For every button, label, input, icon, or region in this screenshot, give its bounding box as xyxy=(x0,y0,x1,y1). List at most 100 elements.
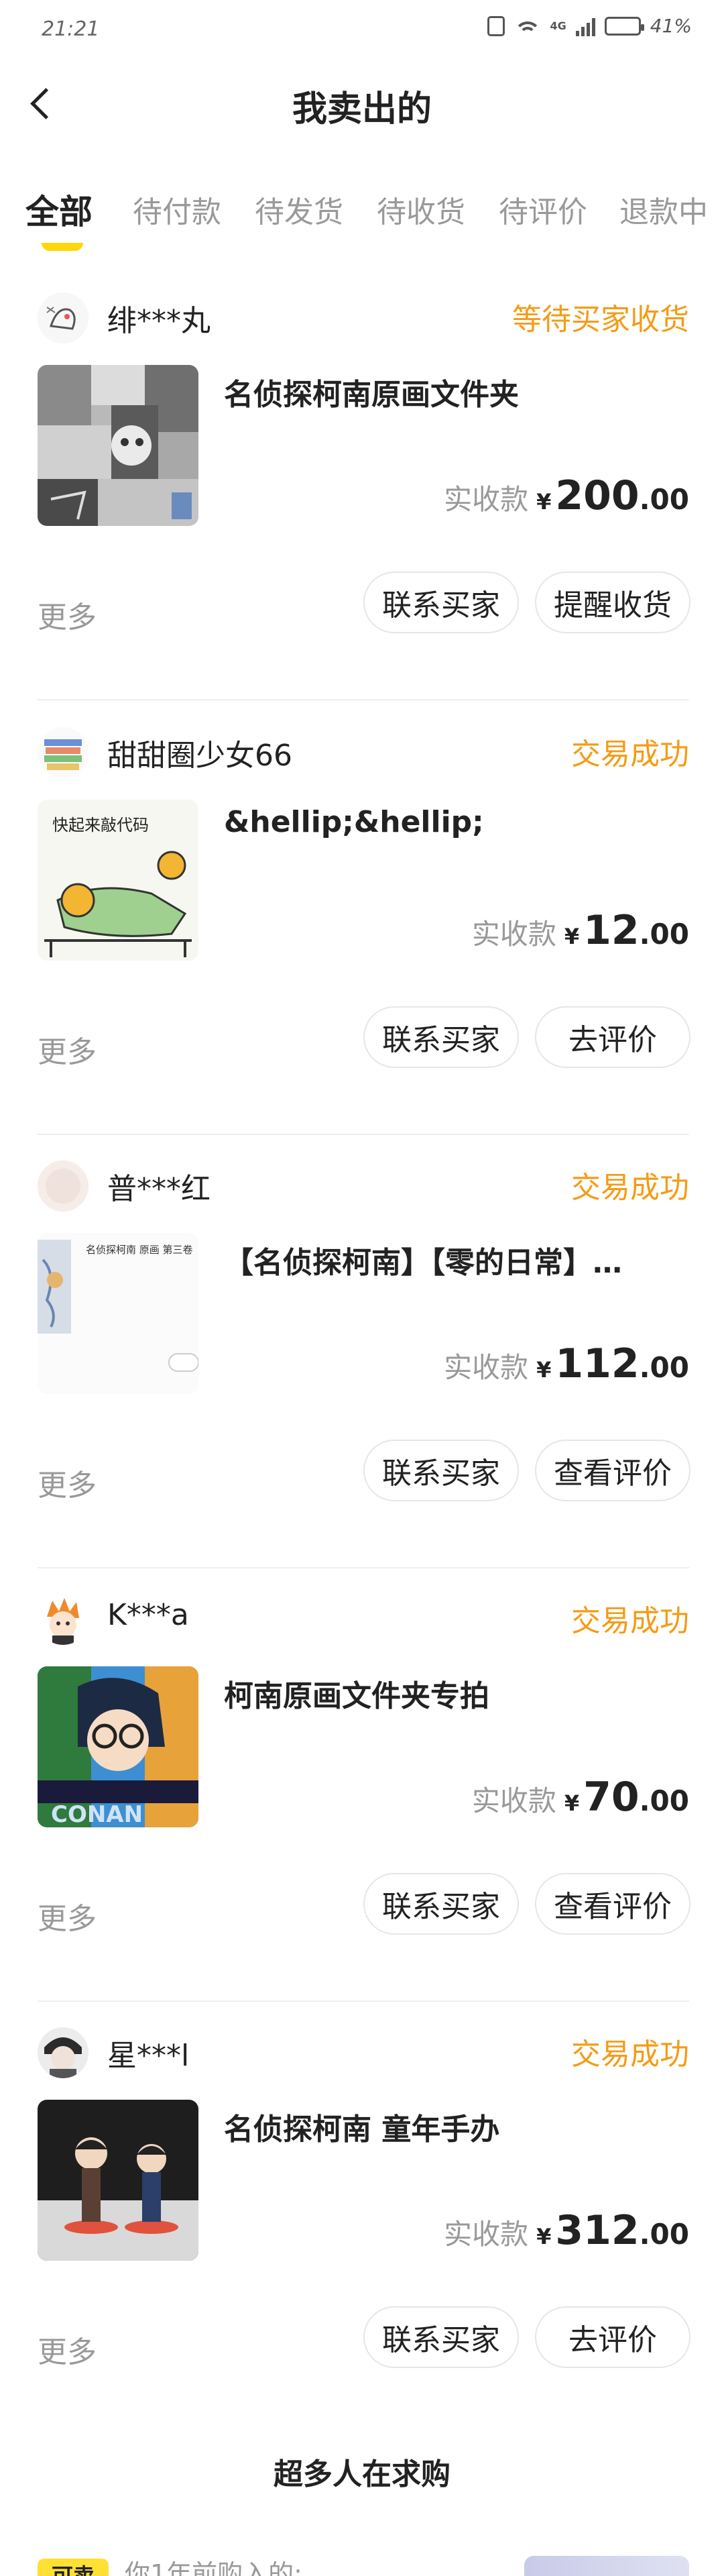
contact-buyer-button[interactable]: 联系买家 xyxy=(363,1006,519,1068)
product-title[interactable]: 【名侦探柯南】【零的日常】… xyxy=(224,1238,686,1281)
card-divider xyxy=(38,2000,689,2002)
card-divider xyxy=(38,1567,689,1568)
contact-buyer-button[interactable]: 联系买家 xyxy=(363,2306,519,2368)
more-button[interactable]: 更多 xyxy=(38,1461,97,1504)
order-status: 交易成功 xyxy=(571,737,689,771)
received-amount: 实收款 ¥ 112 .00 xyxy=(444,1340,689,1387)
price-integer: 200 xyxy=(555,472,640,519)
currency-symbol: ¥ xyxy=(536,2224,552,2249)
received-amount: 实收款 ¥ 200 .00 xyxy=(444,472,689,519)
buyer-name: 普***红 xyxy=(107,1172,210,1206)
tab-all[interactable]: 全部 xyxy=(25,188,93,233)
contact-buyer-button[interactable]: 联系买家 xyxy=(363,572,519,633)
more-button[interactable]: 更多 xyxy=(38,593,97,636)
order-status: 交易成功 xyxy=(571,1604,689,1638)
price-label: 实收款 xyxy=(444,1351,529,1384)
tab-refunding[interactable]: 退款中 xyxy=(619,188,708,231)
more-button[interactable]: 更多 xyxy=(38,2328,97,2371)
more-button[interactable]: 更多 xyxy=(38,1028,97,1071)
price-label: 实收款 xyxy=(471,1784,556,1817)
battery-icon xyxy=(604,16,644,36)
product-image[interactable]: CONAN xyxy=(38,1666,198,1827)
order-card[interactable]: 绯***丸 等待买家收货 名侦探柯南原画文件夹 实收款 ¥ 200 .00 更多… xyxy=(0,276,724,711)
currency-symbol: ¥ xyxy=(564,1790,580,1816)
write-review-button[interactable]: 去评价 xyxy=(535,1006,690,1068)
thumb-caption: 快起来敲代码 xyxy=(52,816,149,835)
card-divider xyxy=(38,1134,689,1135)
order-card[interactable]: 甜甜圈少女66 交易成功 快起来敲代码 &hellip;&hellip; 实收款… xyxy=(0,711,724,1146)
buyer-name: 甜甜圈少女66 xyxy=(107,739,292,773)
product-title[interactable]: 柯南原画文件夹专拍 xyxy=(224,1672,686,1715)
write-review-button[interactable]: 去评价 xyxy=(535,2306,690,2368)
tab-pending-receipt[interactable]: 待收货 xyxy=(377,188,465,231)
price-label: 实收款 xyxy=(444,483,529,516)
remind-receipt-button[interactable]: 提醒收货 xyxy=(535,572,690,633)
vibrate-icon xyxy=(487,15,505,36)
order-status: 等待买家收货 xyxy=(512,303,689,337)
price-decimal: .00 xyxy=(639,1351,689,1384)
buyer-avatar xyxy=(38,292,88,343)
price-integer: 70 xyxy=(583,1774,640,1821)
network-type-label: 4G xyxy=(550,19,566,32)
product-image[interactable] xyxy=(38,2100,198,2261)
price-decimal: .00 xyxy=(639,483,689,516)
recommend-image[interactable] xyxy=(524,2556,689,2576)
price-label: 实收款 xyxy=(444,2218,529,2251)
buyer-name: 星***l xyxy=(107,2039,190,2073)
price-decimal: .00 xyxy=(639,918,689,951)
sellable-badge: 可卖 xyxy=(38,2559,109,2576)
order-tabs: 全部 待付款 待发货 待收货 待评价 退款中 xyxy=(0,188,724,255)
card-divider xyxy=(38,699,689,700)
view-review-button[interactable]: 查看评价 xyxy=(535,1873,690,1935)
buyer-avatar xyxy=(38,727,88,778)
more-button[interactable]: 更多 xyxy=(38,1894,97,1937)
contact-buyer-button[interactable]: 联系买家 xyxy=(363,1440,519,1501)
currency-symbol: ¥ xyxy=(564,924,580,949)
signal-icon xyxy=(575,16,595,36)
buyer-avatar xyxy=(38,1161,88,1212)
app-header: 我卖出的 xyxy=(0,67,724,141)
price-integer: 312 xyxy=(555,2207,640,2254)
order-status: 交易成功 xyxy=(571,2037,689,2072)
tab-pending-payment[interactable]: 待付款 xyxy=(133,188,221,231)
order-card[interactable]: 星***l 交易成功 名侦探柯南 童年手办 实收款 ¥ 312 .00 更多 联… xyxy=(0,2011,724,2446)
price-integer: 112 xyxy=(555,1340,640,1387)
currency-symbol: ¥ xyxy=(536,1357,552,1383)
status-time: 21:21 xyxy=(42,17,100,41)
product-title[interactable]: 名侦探柯南原画文件夹 xyxy=(224,370,686,413)
order-card[interactable]: 普***红 交易成功 名侦探柯南 原画 第三卷 【名侦探柯南】【零的日常】… 实… xyxy=(0,1144,724,1579)
thumb-caption: 名侦探柯南 原画 第三卷 xyxy=(86,1244,193,1256)
order-status: 交易成功 xyxy=(571,1171,689,1205)
tab-pending-shipment[interactable]: 待发货 xyxy=(255,188,343,231)
price-integer: 12 xyxy=(583,907,640,954)
active-tab-indicator xyxy=(42,243,83,251)
received-amount: 实收款 ¥ 12 .00 xyxy=(472,907,689,954)
battery-percent: 41% xyxy=(650,15,692,37)
product-image[interactable]: 名侦探柯南 原画 第三卷 xyxy=(38,1233,198,1394)
buyer-avatar xyxy=(38,2027,88,2078)
contact-buyer-button[interactable]: 联系买家 xyxy=(363,1873,519,1935)
product-title[interactable]: 名侦探柯南 童年手办 xyxy=(224,2105,686,2148)
section-title: 超多人在求购 xyxy=(274,2457,450,2491)
status-bar: 21:21 4G 41% xyxy=(0,0,724,60)
product-image[interactable]: 快起来敲代码 xyxy=(38,800,198,961)
buyer-name: K***a xyxy=(107,1598,189,1632)
tab-pending-review[interactable]: 待评价 xyxy=(499,188,587,231)
status-icons: 4G 41% xyxy=(487,15,692,37)
product-image[interactable] xyxy=(38,365,198,526)
received-amount: 实收款 ¥ 312 .00 xyxy=(444,2207,689,2254)
price-decimal: .00 xyxy=(639,2218,689,2251)
currency-symbol: ¥ xyxy=(536,489,552,515)
price-label: 实收款 xyxy=(471,918,556,951)
received-amount: 实收款 ¥ 70 .00 xyxy=(472,1774,689,1821)
buyer-name: 绯***丸 xyxy=(107,304,210,338)
buyer-avatar xyxy=(38,1594,88,1645)
thumb-caption: CONAN xyxy=(51,1801,143,1827)
order-card[interactable]: K***a 交易成功 CONAN 柯南原画文件夹专拍 实收款 ¥ 70 .00 … xyxy=(0,1578,724,2012)
product-title[interactable]: &hellip;&hellip; xyxy=(224,805,686,839)
view-review-button[interactable]: 查看评价 xyxy=(535,1440,690,1501)
price-decimal: .00 xyxy=(639,1784,689,1817)
wifi-icon xyxy=(514,16,541,36)
page-title: 我卖出的 xyxy=(292,89,432,129)
recommend-text[interactable]: 你1年前购入的: xyxy=(125,2553,302,2576)
